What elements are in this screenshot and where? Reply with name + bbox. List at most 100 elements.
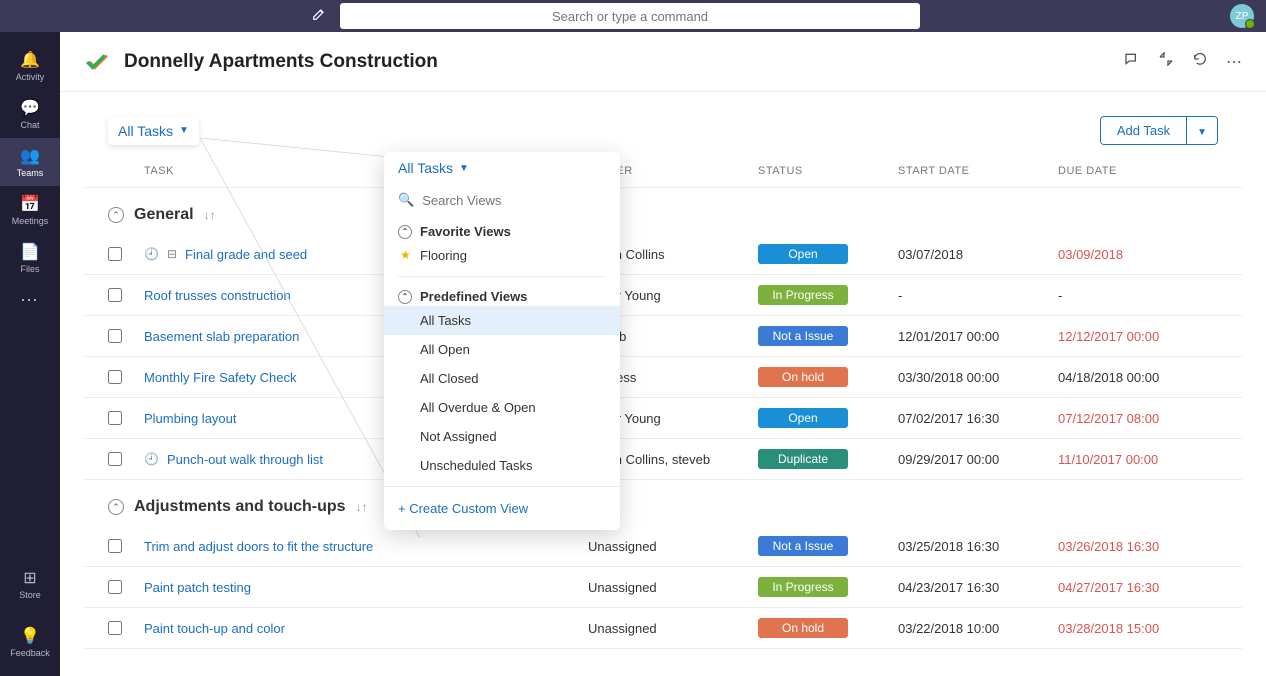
view-item[interactable]: All Tasks: [384, 306, 620, 335]
clock-icon: 🕘: [144, 247, 159, 261]
rail-chat[interactable]: 💬 Chat: [0, 90, 60, 138]
rail-activity[interactable]: 🔔 Activity: [0, 42, 60, 90]
row-checkbox[interactable]: [108, 370, 122, 384]
view-item[interactable]: Unscheduled Tasks: [384, 451, 620, 480]
collapse-toggle-icon: ⌃: [398, 225, 412, 239]
status-badge: In Progress: [758, 577, 848, 597]
due-date: 04/18/2018 00:00: [1058, 370, 1218, 385]
bell-icon: 🔔: [20, 50, 40, 70]
compose-icon[interactable]: [312, 7, 326, 26]
group-header[interactable]: ⌃ Adjustments and touch-ups ↓↑: [84, 480, 1242, 526]
search-icon: 🔍: [398, 192, 414, 208]
add-task-dropdown[interactable]: ▼: [1186, 117, 1217, 144]
row-checkbox[interactable]: [108, 288, 122, 302]
table-row: Paint touch-up and color Unassigned On h…: [84, 608, 1242, 649]
rail-files[interactable]: 📄 Files: [0, 234, 60, 282]
store-icon: ⊞: [23, 568, 36, 588]
col-due[interactable]: DUE DATE: [1058, 165, 1218, 177]
rail-more[interactable]: ⋯: [20, 290, 40, 311]
task-owner: Unassigned: [588, 621, 758, 636]
due-date: 07/12/2017 08:00: [1058, 411, 1218, 426]
chevron-down-icon: ▼: [459, 163, 469, 174]
status-badge: Open: [758, 244, 848, 264]
table-row: Basement slab preparation steveb Not a I…: [84, 316, 1242, 357]
add-task-split-button: Add Task ▼: [1100, 116, 1218, 145]
group-title: General: [134, 206, 194, 224]
rail-store[interactable]: ⊞ Store: [0, 560, 60, 608]
divider: [398, 276, 606, 277]
start-date: 03/07/2018: [898, 247, 1058, 262]
table-row: Monthly Fire Safety Check charless On ho…: [84, 357, 1242, 398]
content-area: Donnelly Apartments Construction ⋯ All T…: [60, 32, 1266, 676]
group-header[interactable]: ⌃ General ↓↑: [84, 188, 1242, 234]
due-date: -: [1058, 288, 1218, 303]
status-badge: Not a Issue: [758, 536, 848, 556]
start-date: 04/23/2017 16:30: [898, 580, 1058, 595]
view-item[interactable]: All Closed: [384, 364, 620, 393]
task-link[interactable]: Paint touch-up and color: [144, 621, 588, 636]
collapse-icon[interactable]: [1158, 51, 1174, 72]
table-row: Trim and adjust doors to fit the structu…: [84, 526, 1242, 567]
sort-icon[interactable]: ↓↑: [204, 208, 216, 222]
status-badge: Open: [758, 408, 848, 428]
views-search-input[interactable]: [422, 193, 606, 208]
start-date: 12/01/2017 00:00: [898, 329, 1058, 344]
task-title: Final grade and seed: [185, 247, 307, 262]
row-checkbox[interactable]: [108, 411, 122, 425]
app-logo-icon: [84, 48, 112, 76]
row-checkbox[interactable]: [108, 539, 122, 553]
rail-teams[interactable]: 👥 Teams: [0, 138, 60, 186]
task-title: Paint patch testing: [144, 580, 251, 595]
sort-icon[interactable]: ↓↑: [356, 500, 368, 514]
conversation-icon[interactable]: [1124, 51, 1140, 72]
views-dropdown-trigger-inner[interactable]: All Tasks ▼: [384, 152, 620, 184]
command-search-input[interactable]: [340, 3, 920, 29]
table-row: Plumbing layout Victor Young Open 07/02/…: [84, 398, 1242, 439]
subtask-icon: ⊟: [167, 247, 177, 261]
start-date: 07/02/2017 16:30: [898, 411, 1058, 426]
bulb-icon: 💡: [20, 626, 40, 646]
more-icon[interactable]: ⋯: [1226, 52, 1242, 72]
tasks-panel: All Tasks ▼ Add Task ▼ TASK OWNER STATUS…: [84, 102, 1242, 649]
table-row: 🕘⊟Final grade and seed Helen Collins Ope…: [84, 234, 1242, 275]
due-date: 12/12/2017 00:00: [1058, 329, 1218, 344]
table-header: TASK OWNER STATUS START DATE DUE DATE: [84, 151, 1242, 188]
col-status[interactable]: STATUS: [758, 165, 898, 177]
top-command-bar: ZP: [0, 0, 1266, 32]
view-item[interactable]: All Overdue & Open: [384, 393, 620, 422]
row-checkbox[interactable]: [108, 247, 122, 261]
status-badge: Duplicate: [758, 449, 848, 469]
task-title: Plumbing layout: [144, 411, 237, 426]
refresh-icon[interactable]: [1192, 51, 1208, 72]
channel-title: Donnelly Apartments Construction: [124, 51, 438, 73]
task-owner: Unassigned: [588, 539, 758, 554]
row-checkbox[interactable]: [108, 452, 122, 466]
user-avatar[interactable]: ZP: [1230, 4, 1254, 28]
add-task-button[interactable]: Add Task: [1101, 117, 1186, 144]
due-date: 03/26/2018 16:30: [1058, 539, 1218, 554]
view-item[interactable]: Not Assigned: [384, 422, 620, 451]
row-checkbox[interactable]: [108, 329, 122, 343]
rail-meetings[interactable]: 📅 Meetings: [0, 186, 60, 234]
views-search: 🔍: [398, 192, 606, 208]
row-checkbox[interactable]: [108, 621, 122, 635]
teams-icon: 👥: [20, 146, 40, 166]
task-link[interactable]: Paint patch testing: [144, 580, 588, 595]
start-date: 03/25/2018 16:30: [898, 539, 1058, 554]
start-date: 03/30/2018 00:00: [898, 370, 1058, 385]
app-rail: 🔔 Activity 💬 Chat 👥 Teams 📅 Meetings 📄 F…: [0, 32, 60, 676]
view-dropdown-trigger[interactable]: All Tasks ▼: [108, 117, 199, 145]
status-badge: Not a Issue: [758, 326, 848, 346]
predefined-views-header[interactable]: ⌃ Predefined Views: [384, 283, 620, 306]
view-item[interactable]: All Open: [384, 335, 620, 364]
table-row: Paint patch testing Unassigned In Progre…: [84, 567, 1242, 608]
calendar-icon: 📅: [20, 194, 40, 214]
task-link[interactable]: Trim and adjust doors to fit the structu…: [144, 539, 588, 554]
col-start[interactable]: START DATE: [898, 165, 1058, 177]
task-title: Paint touch-up and color: [144, 621, 285, 636]
view-item-favorite[interactable]: Flooring: [384, 241, 620, 270]
row-checkbox[interactable]: [108, 580, 122, 594]
create-custom-view[interactable]: + Create Custom View: [384, 486, 620, 522]
rail-feedback[interactable]: 💡 Feedback: [0, 618, 60, 666]
favorite-views-header[interactable]: ⌃ Favorite Views: [384, 218, 620, 241]
